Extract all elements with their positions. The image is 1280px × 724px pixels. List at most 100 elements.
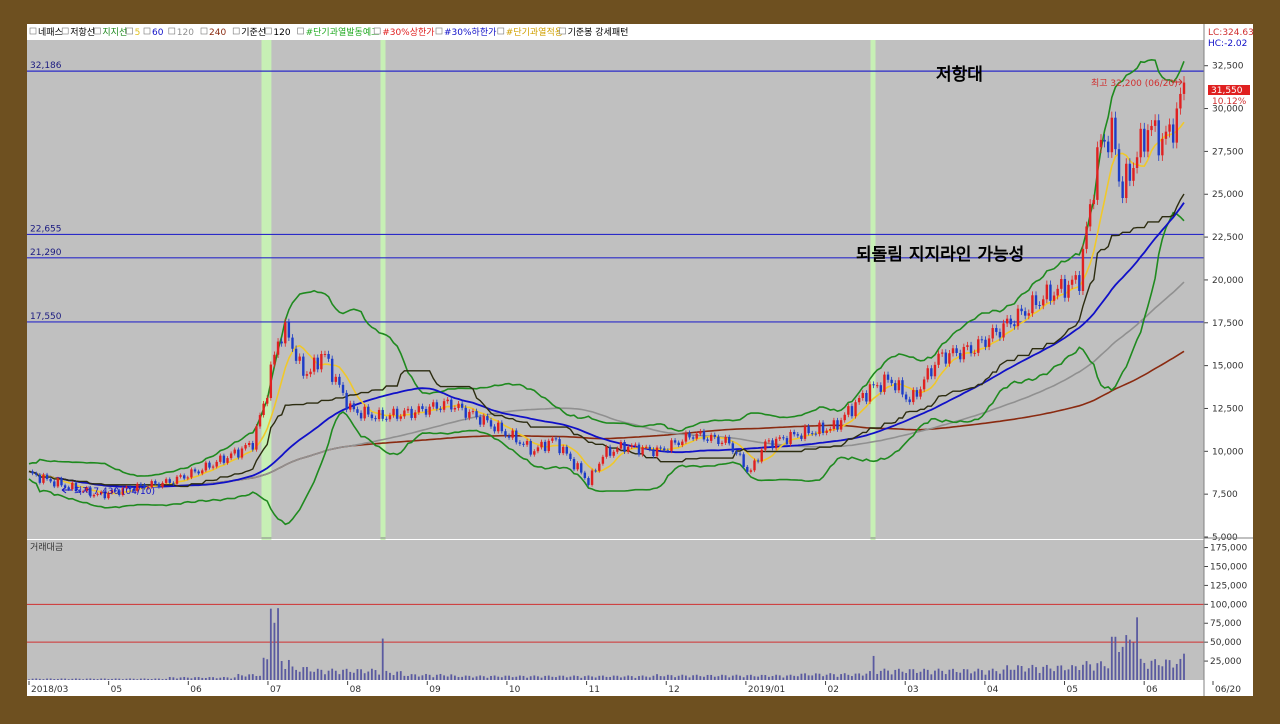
candle-body bbox=[1042, 299, 1045, 306]
candle-body bbox=[590, 470, 594, 485]
volume-bar bbox=[241, 675, 243, 680]
candle-body bbox=[284, 322, 287, 344]
candle-body bbox=[839, 420, 843, 430]
volume-bar bbox=[511, 677, 514, 680]
volume-bar bbox=[1161, 666, 1164, 680]
volume-bar bbox=[277, 608, 279, 680]
time-tick-label: 02 bbox=[828, 685, 839, 695]
price-tick-label: 22,500 bbox=[1212, 233, 1244, 243]
volume-bar bbox=[858, 673, 861, 680]
candle-body bbox=[684, 432, 688, 442]
price-tick-label: 15,000 bbox=[1212, 362, 1244, 372]
candle-body bbox=[814, 433, 818, 435]
volume-panel: 거래대금 25,000 50,000 75,000 100,000 125,000 150… bbox=[27, 540, 1247, 680]
candle-body bbox=[926, 368, 929, 380]
volume-bar bbox=[219, 677, 222, 680]
support-line-label: 21,290 bbox=[30, 248, 62, 258]
resistance-annotation: 저항대 bbox=[936, 64, 983, 85]
candle-body bbox=[345, 392, 348, 410]
volume-bar bbox=[930, 674, 933, 680]
volume-bar bbox=[515, 676, 518, 680]
volume-bar bbox=[897, 668, 900, 680]
volume-bar bbox=[168, 676, 171, 680]
candle-body bbox=[857, 398, 861, 403]
candle-body bbox=[428, 406, 431, 415]
candle-body bbox=[1052, 295, 1056, 301]
volume-bar bbox=[522, 675, 525, 680]
volume-bar bbox=[107, 679, 110, 680]
volume-bar bbox=[937, 668, 940, 680]
volume-bar bbox=[544, 675, 547, 680]
volume-bar bbox=[345, 668, 348, 680]
candle-body bbox=[1182, 82, 1186, 94]
price-tick-label: 25,000 bbox=[1212, 190, 1244, 200]
price-tick-label: 20,000 bbox=[1212, 276, 1244, 286]
candle-body bbox=[446, 399, 449, 402]
candle-body bbox=[450, 399, 453, 410]
volume-bar bbox=[854, 673, 857, 680]
volume-bar bbox=[197, 677, 200, 680]
candle-body bbox=[349, 403, 352, 410]
candle-body bbox=[818, 422, 821, 435]
candle-body bbox=[1088, 204, 1092, 227]
candle-body bbox=[587, 478, 590, 485]
candle-body bbox=[940, 352, 944, 354]
volume-bar bbox=[919, 671, 922, 680]
candle-body bbox=[951, 348, 955, 354]
candle-body bbox=[601, 456, 605, 464]
volume-bar bbox=[497, 676, 500, 680]
candle-body bbox=[756, 460, 760, 462]
volume-bar bbox=[1053, 671, 1055, 680]
candle-body bbox=[312, 357, 316, 372]
candle-body bbox=[948, 353, 951, 364]
legend-marker bbox=[297, 27, 304, 35]
candle-body bbox=[240, 448, 244, 458]
volume-bar bbox=[201, 677, 204, 680]
volume-bar bbox=[1031, 664, 1034, 680]
volume-bar bbox=[504, 675, 507, 680]
volume-bar bbox=[728, 677, 731, 680]
volume-bar bbox=[1157, 665, 1160, 680]
candle-body bbox=[385, 418, 388, 420]
volume-bar bbox=[1002, 669, 1005, 680]
volume-bar bbox=[786, 675, 788, 680]
candle-body bbox=[897, 380, 901, 391]
volume-bar bbox=[1009, 669, 1012, 680]
candle-body bbox=[634, 444, 637, 446]
candle-body bbox=[800, 435, 803, 439]
candle-body bbox=[641, 447, 644, 455]
volume-bar bbox=[490, 675, 492, 680]
candle-body bbox=[1045, 284, 1049, 300]
volume-bar bbox=[984, 674, 987, 680]
volume-bar bbox=[93, 678, 95, 680]
candle-body bbox=[998, 331, 1002, 338]
volume-bar bbox=[392, 675, 395, 680]
candle-body bbox=[785, 438, 789, 445]
volume-bar bbox=[154, 678, 157, 680]
volume-bar bbox=[287, 659, 290, 680]
time-tick-label: 08 bbox=[350, 685, 362, 695]
candle-body bbox=[861, 392, 864, 399]
volume-bar bbox=[977, 668, 980, 680]
time-tick-label: 06 bbox=[1146, 685, 1158, 695]
time-tick-label: 10 bbox=[509, 685, 521, 695]
volume-bar bbox=[259, 675, 261, 680]
time-tick-label: 05 bbox=[1067, 685, 1078, 695]
candle-body bbox=[511, 430, 514, 438]
volume-tick-label: 75,000 bbox=[1210, 619, 1242, 629]
candle-body bbox=[1038, 305, 1041, 307]
volume-plot-area bbox=[27, 540, 1204, 680]
candle-body bbox=[933, 364, 937, 377]
volume-bar bbox=[129, 678, 131, 680]
candle-body bbox=[735, 452, 738, 454]
volume-bar bbox=[959, 672, 962, 680]
candle-body bbox=[1070, 279, 1074, 285]
candle-body bbox=[645, 446, 648, 448]
candle-body bbox=[154, 481, 157, 484]
candle-body bbox=[681, 441, 684, 446]
volume-bar bbox=[493, 675, 496, 680]
volume-bar bbox=[360, 669, 362, 680]
candle-body bbox=[1164, 131, 1168, 139]
candle-body bbox=[695, 433, 698, 439]
candle-body bbox=[746, 466, 749, 472]
